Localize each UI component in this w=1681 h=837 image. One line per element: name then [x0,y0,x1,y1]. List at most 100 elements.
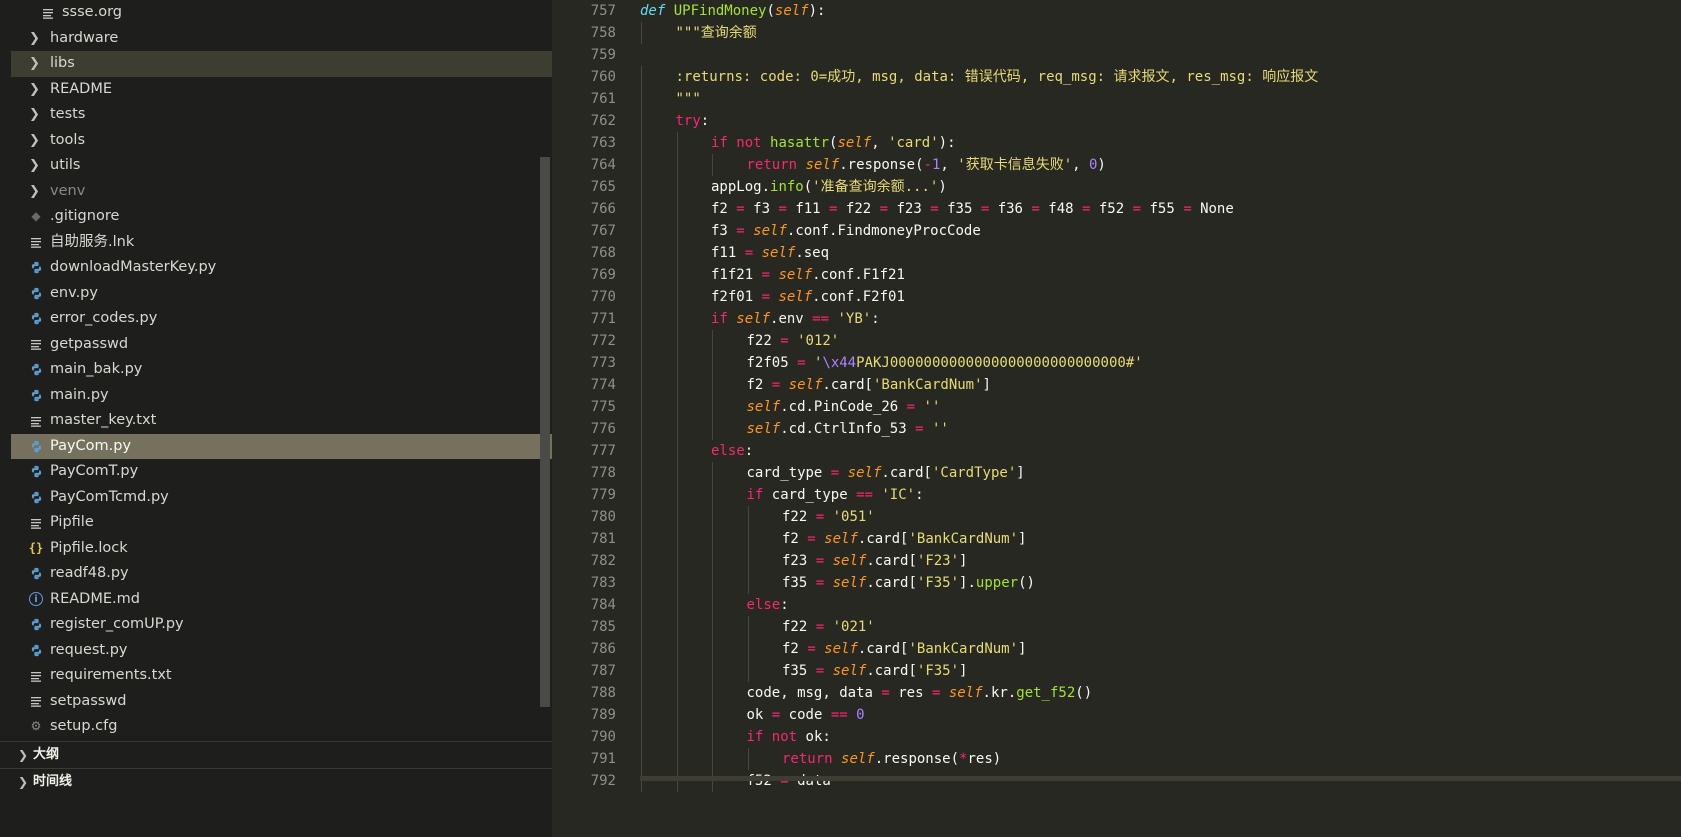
code-token: f11 [786,201,830,217]
explorer-item-label: downloadMasterKey.py [50,259,217,275]
code-token: f35 [938,201,981,217]
code-text: f2 = self.card['BankCardNum'] [782,638,1026,660]
code-token: = [879,201,889,217]
explorer-item[interactable]: PayComT.py [11,459,552,485]
explorer-item[interactable]: main.py [11,383,552,409]
indent-guide [641,110,642,132]
explorer-item[interactable]: i README.md [11,587,552,613]
explorer-item[interactable]: ◆ .gitignore [11,204,552,230]
indent-guide [641,726,642,748]
explorer-item[interactable]: main_bak.py [11,357,552,383]
code-text: f2 = self.card['BankCardNum'] [782,528,1026,550]
code-token: try [675,113,701,129]
code-token: upper [975,575,1019,591]
explorer-item[interactable]: PayCom.py [11,433,552,460]
code-line: f52 = data [640,770,1681,792]
code-token: not [771,729,798,745]
explorer-section-header[interactable]: ❯ 时间线 [0,768,552,795]
code-token: ] [1016,465,1025,481]
indent-guide [641,440,642,462]
indent-guide [641,154,642,176]
code-token: 'CardType' [931,465,1017,481]
explorer-scrollbar[interactable] [540,157,550,707]
explorer-item[interactable]: ❯ libs [11,51,552,77]
code-token: = [830,465,840,481]
explorer-item[interactable]: ssse.org [11,0,552,26]
explorer-item[interactable]: downloadMasterKey.py [11,255,552,281]
explorer-item[interactable]: readf48.py [11,561,552,587]
explorer-item[interactable]: Pipfile [11,510,552,536]
explorer-item[interactable]: {} Pipfile.lock [11,536,552,562]
code-line: return self.response(-1, '获取卡信息失败', 0) [640,154,1681,176]
code-area[interactable]: def UPFindMoney(self): """查询余额:returns: c… [640,0,1681,792]
code-token: None [1191,201,1234,217]
horizontal-scrollbar[interactable] [640,776,1681,781]
line-number: 779 [590,487,616,503]
code-line: f22 = '021' [640,616,1681,638]
code-token: self [774,3,809,19]
code-token: '' [923,399,941,415]
chevron-right-icon: ❯ [18,775,29,789]
indent-guide [712,704,713,726]
code-token: .env [770,311,813,327]
explorer-item[interactable]: getpasswd [11,332,552,358]
explorer-section-header[interactable]: ❯ 大纲 [0,741,552,768]
indent-guide [641,594,642,616]
code-token: = [807,641,816,657]
code-token: = [930,201,939,217]
indent-guide [676,242,678,264]
explorer-item[interactable]: ⚙ setup.cfg [11,714,552,740]
code-text: if card_type == 'IC': [747,484,924,506]
line-number: 757 [590,3,616,19]
code-line: def UPFindMoney(self): [640,0,1681,22]
python-icon [28,638,44,664]
code-token: info [770,179,804,195]
line-number: 762 [590,113,616,129]
code-text: card_type = self.card['CardType'] [747,462,1025,484]
explorer-item[interactable]: request.py [11,638,552,664]
indent-guide [676,704,678,726]
code-token: .kr. [982,685,1017,701]
code-token: res [889,685,932,701]
code-line: card_type = self.card['CardType'] [640,462,1681,484]
code-token: .card[ [866,663,917,679]
code-line: ok = code == 0 [640,704,1681,726]
explorer-item[interactable]: ❯ README [11,77,552,103]
code-token: self [778,289,813,305]
code-token: = [778,201,787,217]
explorer-item[interactable]: ❯ tests [11,102,552,128]
explorer-item[interactable]: register_comUP.py [11,612,552,638]
explorer-item[interactable]: env.py [11,281,552,307]
explorer-item[interactable]: master_key.txt [11,408,552,434]
explorer-item[interactable]: requirements.txt [11,663,552,689]
python-icon [28,434,44,460]
code-token: self [753,223,787,239]
explorer-item[interactable]: ❯ hardware [11,26,552,52]
line-number: 774 [590,377,616,393]
code-editor[interactable]: 757 758 759 760 761 762 763 764 765 766 767 768 769 7… [552,0,1681,837]
explorer-item[interactable]: 自助服务.lnk [11,230,552,256]
code-text: else: [711,440,753,462]
indent-guide [676,748,678,770]
code-token: f35 [782,575,816,591]
line-number: 777 [590,443,616,459]
explorer-item[interactable]: ❯ tools [11,128,552,154]
braces-icon: {} [28,540,44,555]
explorer-item[interactable]: ❯ venv [11,179,552,205]
explorer-item[interactable]: ❯ utils [11,153,552,179]
indent-guide [641,88,642,110]
indent-guide [676,396,678,418]
explorer-item[interactable]: PayComTcmd.py [11,485,552,511]
explorer-item[interactable]: setpasswd [11,689,552,715]
code-text: return self.response(-1, '获取卡信息失败', 0) [747,154,1106,176]
code-text: self.cd.CtrlInfo_53 = '' [747,418,949,440]
line-number: 792 [590,773,616,789]
explorer-item[interactable]: error_codes.py [11,306,552,332]
lines-icon [28,663,44,689]
code-token: if [711,311,728,327]
code-line: f2f05 = '\x44PAKJ00000000000000000000000… [640,352,1681,374]
code-line: f35 = self.card['F35'].upper() [640,572,1681,594]
